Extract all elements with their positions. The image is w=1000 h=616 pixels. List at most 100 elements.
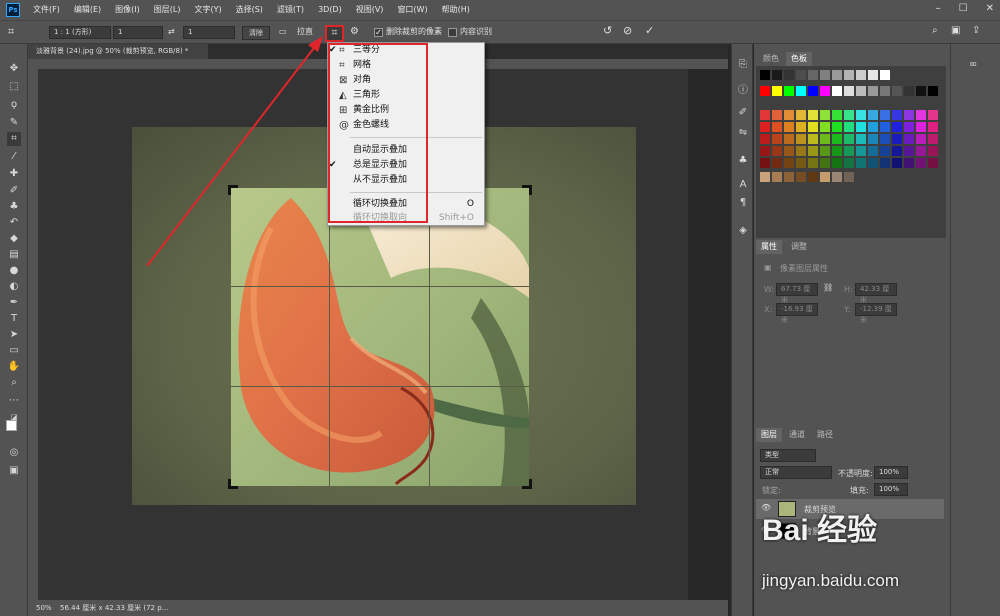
- swatch[interactable]: [868, 70, 878, 80]
- swatch[interactable]: [856, 134, 866, 144]
- layer-kind-filter[interactable]: 类型: [760, 449, 816, 462]
- brush-settings-icon[interactable]: ✐: [736, 106, 750, 120]
- swatch[interactable]: [820, 158, 830, 168]
- blend-mode-select[interactable]: 正常: [760, 466, 832, 479]
- swatch[interactable]: [832, 70, 842, 80]
- menu-file[interactable]: 文件(F): [26, 0, 67, 20]
- stamp-icon[interactable]: ♣: [7, 200, 21, 214]
- swatch[interactable]: [796, 134, 806, 144]
- lasso-tool-icon[interactable]: ϙ: [7, 98, 21, 112]
- swatch[interactable]: [832, 158, 842, 168]
- swatch[interactable]: [796, 110, 806, 120]
- content-aware-checkbox[interactable]: [448, 28, 457, 37]
- swatch[interactable]: [904, 134, 914, 144]
- swatch[interactable]: [868, 122, 878, 132]
- menu-type[interactable]: 文字(Y): [187, 0, 228, 20]
- swatch[interactable]: [844, 172, 854, 182]
- swatch[interactable]: [784, 122, 794, 132]
- swatch[interactable]: [844, 110, 854, 120]
- height-input[interactable]: 1: [183, 26, 235, 39]
- swatch[interactable]: [916, 86, 926, 96]
- libraries-icon[interactable]: ∞: [966, 58, 980, 72]
- swatch[interactable]: [796, 70, 806, 80]
- swatch[interactable]: [928, 134, 938, 144]
- crop-handle-bottom-right[interactable]: [522, 479, 532, 489]
- reset-icon[interactable]: ↺: [603, 25, 612, 37]
- type-tool-icon[interactable]: T: [7, 312, 21, 326]
- 3d-icon[interactable]: ◈: [736, 224, 750, 238]
- swatch[interactable]: [760, 86, 770, 96]
- swatch[interactable]: [844, 158, 854, 168]
- gradient-icon[interactable]: ▤: [7, 248, 21, 262]
- swatch[interactable]: [880, 134, 890, 144]
- menu-help[interactable]: 帮助(H): [435, 0, 477, 20]
- swatch[interactable]: [904, 158, 914, 168]
- swatch[interactable]: [928, 110, 938, 120]
- swatch[interactable]: [808, 134, 818, 144]
- path-select-icon[interactable]: ➤: [7, 328, 21, 342]
- history-brush-icon[interactable]: ↶: [7, 216, 21, 230]
- swatch[interactable]: [928, 86, 938, 96]
- swatch[interactable]: [796, 172, 806, 182]
- swatch[interactable]: [808, 70, 818, 80]
- swatch[interactable]: [772, 70, 782, 80]
- swatch[interactable]: [760, 70, 770, 80]
- straighten-button[interactable]: 拉直: [297, 26, 313, 38]
- move-tool-icon[interactable]: ✥: [7, 62, 21, 76]
- swatch[interactable]: [868, 146, 878, 156]
- swatch[interactable]: [820, 134, 830, 144]
- tab-properties[interactable]: 属性: [756, 240, 782, 254]
- swatch[interactable]: [760, 110, 770, 120]
- crop-handle-bottom-left[interactable]: [228, 479, 238, 489]
- swatch[interactable]: [916, 134, 926, 144]
- tab-channels[interactable]: 通道: [784, 428, 810, 442]
- swatch[interactable]: [820, 70, 830, 80]
- swatch[interactable]: [760, 158, 770, 168]
- menu-edit[interactable]: 编辑(E): [67, 0, 108, 20]
- swatch[interactable]: [880, 70, 890, 80]
- swatch[interactable]: [820, 86, 830, 96]
- swatch[interactable]: [868, 110, 878, 120]
- menu-window[interactable]: 窗口(W): [390, 0, 434, 20]
- swatch[interactable]: [832, 86, 842, 96]
- swatch[interactable]: [784, 134, 794, 144]
- menu-select[interactable]: 选择(S): [229, 0, 270, 20]
- ratio-select[interactable]: 1 : 1 (方形): [49, 26, 111, 39]
- swatch[interactable]: [784, 146, 794, 156]
- swatch[interactable]: [856, 110, 866, 120]
- swatch[interactable]: [892, 110, 902, 120]
- swatch[interactable]: [856, 70, 866, 80]
- swatch[interactable]: [928, 122, 938, 132]
- swatch[interactable]: [772, 172, 782, 182]
- swatch[interactable]: [820, 122, 830, 132]
- zoom-icon[interactable]: ⌕: [7, 376, 21, 390]
- x-input[interactable]: -16.93 厘米: [776, 303, 818, 324]
- tab-swatches[interactable]: 色板: [786, 52, 812, 66]
- crop-handle-top-left[interactable]: [228, 185, 238, 195]
- swatch[interactable]: [808, 86, 818, 96]
- menu-image[interactable]: 图像(I): [108, 0, 147, 20]
- swatch[interactable]: [844, 134, 854, 144]
- swatch[interactable]: [772, 134, 782, 144]
- blur-icon[interactable]: ●: [7, 264, 21, 278]
- gear-icon[interactable]: ⚙: [350, 26, 359, 38]
- swatch[interactable]: [832, 146, 842, 156]
- paragraph-icon[interactable]: ¶: [736, 196, 750, 210]
- menu-filter[interactable]: 滤镜(T): [270, 0, 311, 20]
- info-icon[interactable]: ⓘ: [736, 84, 750, 98]
- hand-icon[interactable]: ✋: [7, 360, 21, 374]
- tab-layers[interactable]: 图层: [756, 428, 782, 442]
- y-input[interactable]: -12.39 厘米: [855, 303, 897, 324]
- swatch[interactable]: [844, 70, 854, 80]
- swatch[interactable]: [916, 110, 926, 120]
- swatch[interactable]: [880, 158, 890, 168]
- commit-icon[interactable]: ✓: [645, 25, 654, 37]
- eyedropper-icon[interactable]: ⁄: [7, 150, 21, 164]
- swatch[interactable]: [856, 146, 866, 156]
- character-icon[interactable]: A: [736, 178, 750, 192]
- straighten-icon[interactable]: ▭: [279, 26, 287, 38]
- quick-select-icon[interactable]: ✎: [7, 116, 21, 130]
- swatch[interactable]: [880, 110, 890, 120]
- swatch[interactable]: [784, 158, 794, 168]
- healing-icon[interactable]: ✚: [7, 167, 21, 181]
